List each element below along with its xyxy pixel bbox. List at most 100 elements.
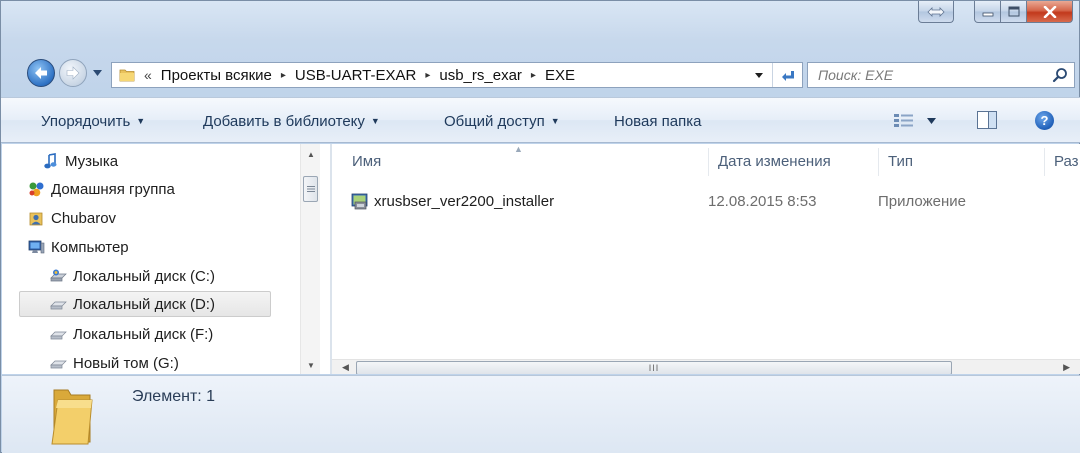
search-icon[interactable] [1052, 67, 1068, 83]
chevron-down-icon [927, 118, 936, 124]
new-folder-label: Новая папка [614, 112, 702, 130]
preview-pane-button[interactable] [977, 111, 997, 129]
installer-icon [351, 193, 368, 209]
details-pane: Элемент: 1 [2, 375, 1080, 453]
user-folder-icon [29, 212, 43, 225]
drive-icon [50, 301, 67, 309]
navigation-row: « Проекты всякие ▸ USB-UART-EXAR ▸ usb_r… [1, 55, 1080, 91]
minimize-button[interactable] [974, 1, 1001, 23]
explorer-window: « Проекты всякие ▸ USB-UART-EXAR ▸ usb_r… [0, 0, 1080, 453]
breadcrumb-0[interactable]: Проекты всякие [161, 67, 272, 84]
nav-item-label: Компьютер [51, 238, 129, 256]
breadcrumb-1[interactable]: USB-UART-EXAR [295, 67, 416, 84]
system-drive-icon [50, 269, 67, 281]
file-name-cell[interactable]: xrusbser_ver2200_installer [350, 188, 554, 214]
nav-item-label: Новый том (G:) [73, 354, 179, 372]
new-folder-button[interactable]: Новая папка [614, 98, 701, 144]
breadcrumb-2[interactable]: usb_rs_exar [439, 67, 522, 84]
add-to-library-button[interactable]: Добавить в библиотеку ▼ [203, 98, 380, 144]
organize-button[interactable]: Упорядочить ▼ [41, 98, 145, 144]
command-bar: Упорядочить ▼ Добавить в библиотеку ▼ Об… [1, 97, 1080, 143]
chevron-down-icon: ▼ [136, 116, 146, 126]
grip-icon: III [648, 363, 660, 373]
column-header-size[interactable]: Раз [1054, 144, 1079, 178]
column-divider[interactable] [1044, 148, 1045, 176]
drive-icon [50, 331, 67, 339]
aero-snap-button[interactable] [918, 1, 954, 23]
address-root-chevron[interactable]: « [144, 67, 152, 83]
nav-item-homegroup[interactable]: Домашняя группа [28, 176, 175, 202]
close-icon [1043, 5, 1056, 18]
breadcrumb-separator-icon[interactable]: ▸ [531, 70, 536, 81]
file-row[interactable]: xrusbser_ver2200_installer 12.08.2015 8:… [342, 188, 1080, 214]
nav-item-chubarov[interactable]: Chubarov [28, 205, 116, 231]
chevron-down-icon: ▼ [370, 116, 380, 126]
breadcrumb-separator-icon[interactable]: ▸ [425, 70, 430, 81]
scroll-up-icon[interactable]: ▲ [307, 150, 315, 159]
column-divider[interactable] [708, 148, 709, 176]
folder-icon [51, 389, 93, 445]
file-name: xrusbser_ver2200_installer [374, 192, 555, 210]
grip-icon [306, 186, 315, 192]
column-header-date[interactable]: Дата изменения [718, 144, 831, 178]
column-header-type[interactable]: Тип [888, 144, 913, 178]
nav-item-music[interactable]: Музыка [42, 148, 118, 174]
column-header-name[interactable]: Имя [352, 144, 381, 178]
caption-buttons [918, 1, 1073, 31]
search-input[interactable] [808, 63, 1044, 87]
nav-item-drive-c[interactable]: Локальный диск (C:) [50, 263, 215, 289]
change-view-button[interactable] [893, 111, 936, 131]
drive-icon [50, 360, 67, 368]
nav-item-label: Локальный диск (C:) [73, 267, 215, 285]
navigation-scrollbar[interactable]: ▲ ▼ [300, 144, 320, 374]
file-list: ▲ Имя Дата изменения Тип Раз xrusbser_ve… [332, 144, 1080, 374]
scroll-left-icon[interactable]: ◀ [342, 362, 349, 373]
nav-item-drive-d[interactable]: Локальный диск (D:) [19, 291, 271, 317]
nav-item-computer[interactable]: Компьютер [28, 234, 129, 260]
chevron-down-icon [92, 70, 102, 76]
nav-item-drive-g[interactable]: Новый том (G:) [50, 350, 179, 374]
nav-item-label: Домашняя группа [51, 180, 175, 198]
file-date-cell: 12.08.2015 8:53 [708, 192, 817, 210]
horizontal-scrollbar[interactable]: ◀ III ▶ [332, 359, 1080, 374]
item-count: Элемент: 1 [132, 388, 216, 405]
recent-pages-button[interactable] [91, 67, 103, 79]
address-bar[interactable]: « Проекты всякие ▸ USB-UART-EXAR ▸ usb_r… [111, 62, 803, 88]
scroll-down-icon[interactable]: ▼ [307, 361, 315, 370]
search-box [807, 62, 1075, 88]
file-type-cell: Приложение [878, 192, 966, 210]
scroll-thumb[interactable] [303, 176, 318, 202]
scroll-right-icon[interactable]: ▶ [1063, 362, 1070, 373]
nav-item-label: Локальный диск (D:) [73, 295, 215, 313]
close-button[interactable] [1027, 1, 1073, 23]
breadcrumb-3[interactable]: EXE [545, 67, 575, 84]
nav-item-drive-f[interactable]: Локальный диск (F:) [50, 321, 213, 347]
column-divider[interactable] [878, 148, 879, 176]
navigation-pane: Музыка Домашняя группа Chubarov Компьюте… [2, 144, 330, 374]
forward-arrow-icon [66, 66, 80, 80]
refresh-icon [781, 71, 794, 81]
folder-icon [119, 69, 135, 82]
add-to-library-label: Добавить в библиотеку [203, 112, 365, 130]
share-button[interactable]: Общий доступ ▼ [444, 98, 560, 144]
nav-item-label: Музыка [65, 152, 119, 170]
view-details-icon [894, 114, 913, 127]
help-button[interactable]: ? [1035, 111, 1054, 130]
share-label: Общий доступ [444, 112, 545, 130]
forward-button[interactable] [59, 59, 87, 87]
music-icon [44, 152, 57, 168]
nav-item-label: Chubarov [51, 209, 117, 227]
help-icon: ? [1040, 113, 1049, 128]
address-dropdown-icon[interactable] [754, 70, 764, 80]
maximize-button[interactable] [1001, 1, 1027, 23]
homegroup-icon [29, 182, 44, 196]
computer-icon [28, 240, 45, 253]
sort-ascending-icon: ▲ [514, 144, 523, 154]
refresh-button[interactable] [772, 63, 802, 87]
back-arrow-icon [35, 67, 47, 79]
scroll-thumb[interactable]: III [356, 361, 952, 374]
breadcrumb-separator-icon[interactable]: ▸ [281, 70, 286, 81]
organize-label: Упорядочить [41, 112, 131, 130]
nav-item-label: Локальный диск (F:) [73, 325, 214, 343]
back-button[interactable] [27, 59, 55, 87]
